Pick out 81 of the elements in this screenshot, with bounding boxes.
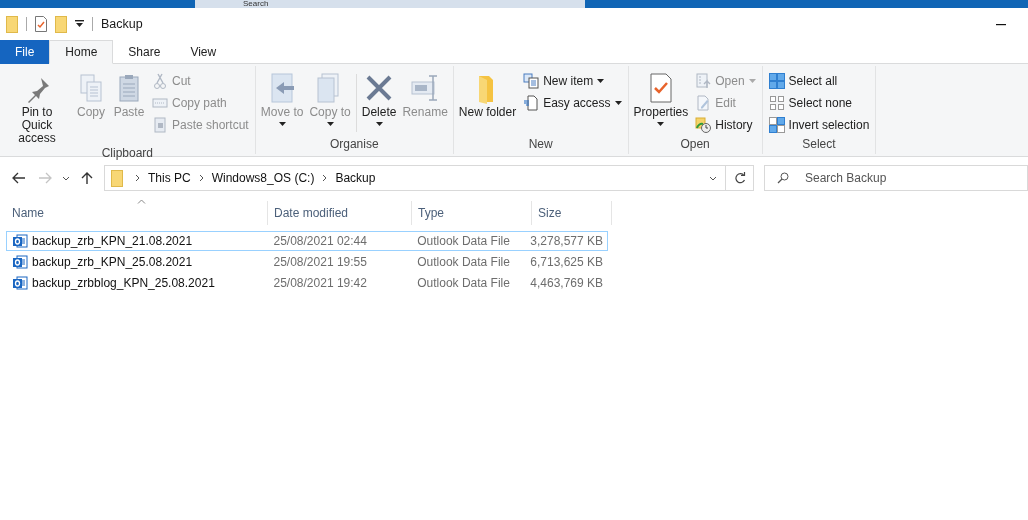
chevron-right-icon (198, 174, 204, 182)
search-field[interactable]: Search Backup (764, 165, 1028, 191)
breadcrumb[interactable]: Backup (335, 171, 376, 185)
outlook-file-icon (12, 233, 28, 249)
file-name: backup_zrbblog_KPN_25.08.2021 (32, 276, 215, 290)
file-row[interactable]: backup_zrb_KPN_21.08.2021 25/08/2021 02:44 Outlook Data File 3,278,577 KB (6, 231, 608, 251)
open-icon (695, 73, 712, 89)
table-cell: Outlook Data File (417, 234, 510, 248)
outlook-file-icon (12, 254, 28, 270)
chevron-right-icon (322, 174, 328, 182)
ribbon-button[interactable]: New folder (455, 70, 520, 119)
window-title: Backup (101, 17, 143, 31)
chevron-down-icon (709, 175, 717, 181)
ribbon-button[interactable]: Select none (768, 92, 870, 114)
group-label: Organise (328, 136, 380, 153)
address-bar[interactable]: This PC Windows8_OS (C:) Backup (104, 165, 726, 191)
caret-icon (278, 122, 286, 126)
table-cell: Outlook Data File (417, 276, 510, 290)
edit-icon (695, 95, 712, 111)
breadcrumb[interactable]: This PC (148, 171, 191, 185)
outlook-file-icon (12, 275, 28, 291)
ribbon-button[interactable]: Delete (358, 70, 400, 126)
caret-icon (326, 122, 334, 126)
caret-icon (748, 79, 756, 83)
search-icon (777, 172, 789, 184)
select-all-icon (768, 73, 785, 89)
breadcrumb[interactable]: Windows8_OS (C:) (211, 171, 315, 185)
ribbon-button[interactable]: New item (523, 70, 622, 92)
table-cell: 25/08/2021 19:55 (273, 255, 367, 269)
group-label: Open (679, 136, 711, 153)
taskbar-search[interactable]: Search (195, 0, 585, 8)
refresh-icon (733, 172, 746, 184)
properties-icon (35, 16, 47, 32)
ribbon-button[interactable]: Invert selection (768, 114, 870, 136)
ribbon-button[interactable]: Easy access (523, 92, 622, 114)
caret-icon (375, 122, 383, 126)
file-menu-tab[interactable]: File (0, 40, 50, 64)
folder-icon (111, 169, 123, 187)
table-cell: 25/08/2021 02:44 (273, 234, 367, 248)
new-item-icon (523, 73, 540, 89)
ribbon-tab[interactable]: Share (113, 40, 176, 64)
ribbon-tab[interactable]: View (175, 40, 232, 64)
file-name: backup_zrb_KPN_25.08.2021 (32, 255, 193, 269)
up-arrow-icon (81, 171, 93, 185)
ribbon-button[interactable]: Select all (768, 70, 870, 92)
ribbon-button[interactable]: Pin to Quick access (2, 70, 72, 145)
document-icon (523, 95, 540, 111)
table-cell: 4,463,769 KB (530, 276, 603, 290)
group-label: Select (801, 136, 837, 153)
ribbon-button[interactable]: History (695, 114, 756, 136)
file-row[interactable]: backup_zrb_KPN_25.08.2021 25/08/2021 19:55 Outlook Data File 6,713,625 KB (6, 252, 608, 272)
forward-arrow-icon (38, 172, 52, 184)
chevron-right-icon (135, 174, 140, 182)
sort-ascending-icon (136, 199, 146, 204)
file-name: backup_zrb_KPN_21.08.2021 (32, 234, 193, 248)
caret-icon (614, 101, 622, 105)
select-none-icon (768, 95, 785, 111)
folder-icon (55, 15, 67, 33)
table-cell: 3,278,577 KB (530, 234, 603, 248)
folder-icon (6, 15, 18, 33)
dropdown-icon (75, 20, 84, 28)
ribbon-tab[interactable]: Home (49, 40, 114, 64)
column-header[interactable]: Size (532, 201, 612, 225)
invert-selection-icon (768, 117, 785, 133)
group-label: New (527, 136, 554, 153)
caret-icon (657, 122, 665, 126)
table-cell: 6,713,625 KB (530, 255, 603, 269)
refresh-button[interactable] (726, 165, 754, 191)
group-label: Clipboard (100, 145, 155, 161)
caret-icon (597, 79, 605, 83)
table-cell: Outlook Data File (417, 255, 510, 269)
column-header[interactable]: Date modified (268, 201, 412, 225)
table-cell: 25/08/2021 19:42 (273, 276, 367, 290)
scissors-icon (152, 73, 168, 89)
file-row[interactable]: backup_zrbblog_KPN_25.08.2021 25/08/2021 19:42 Outlook Data File 4,463,769 KB (6, 273, 608, 293)
history-icon (695, 117, 712, 133)
ribbon-button[interactable]: Properties (630, 70, 692, 126)
chevron-down-icon (62, 175, 70, 181)
column-header[interactable]: Name (6, 201, 268, 225)
back-arrow-icon (12, 172, 26, 184)
column-header[interactable]: Type (412, 201, 532, 225)
